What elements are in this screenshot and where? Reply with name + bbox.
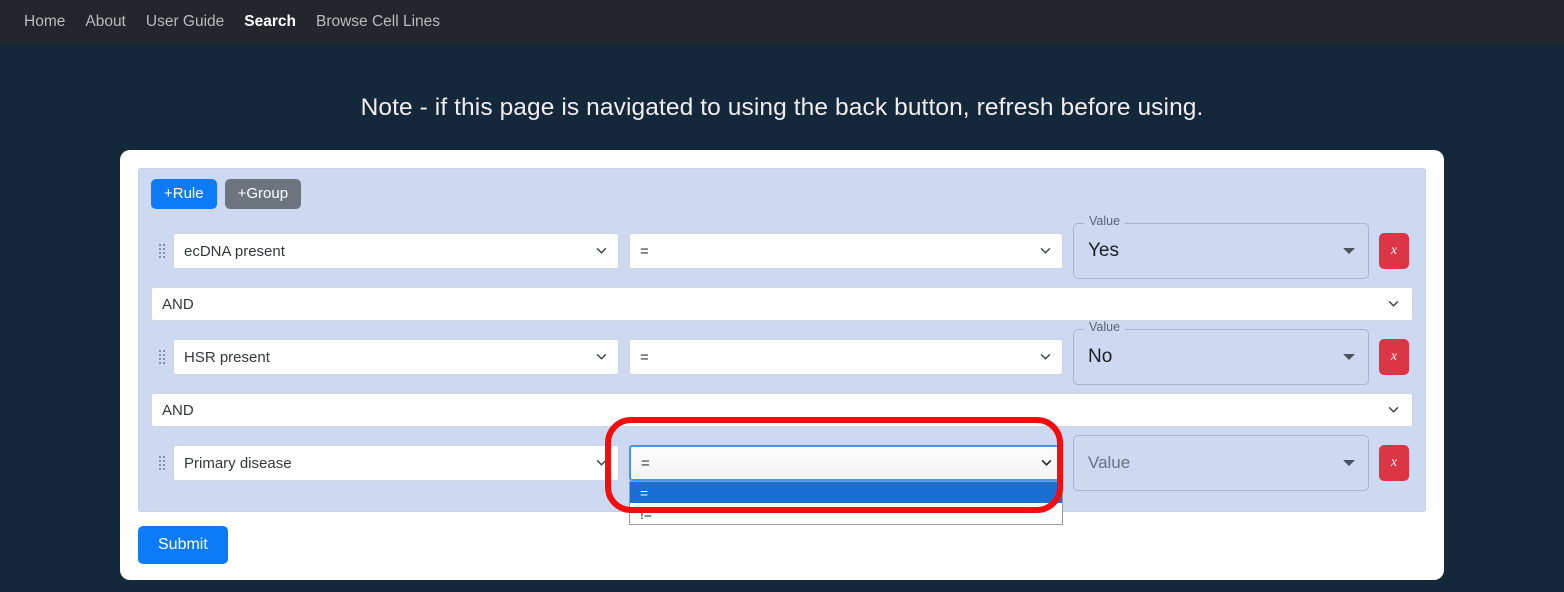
- rule-field-select-wrap-2: HSR present: [173, 339, 619, 375]
- page-body: Note - if this page is navigated to usin…: [0, 44, 1564, 592]
- submit-button[interactable]: Submit: [138, 526, 228, 564]
- dropdown-arrow-icon: [1343, 248, 1355, 254]
- rule-operator-select-wrap-3: = = !=: [629, 445, 1063, 525]
- remove-rule-button-2[interactable]: x: [1379, 339, 1409, 375]
- add-rule-button[interactable]: +Rule: [151, 179, 217, 209]
- operator-option-not-equals[interactable]: !=: [630, 503, 1062, 524]
- remove-rule-button-1[interactable]: x: [1379, 233, 1409, 269]
- nav-link-about[interactable]: About: [75, 0, 136, 44]
- rule-value-box-2[interactable]: No: [1073, 329, 1369, 385]
- combinator-row-2: AND: [151, 393, 1413, 427]
- nav-link-browse-cell-lines[interactable]: Browse Cell Lines: [306, 0, 450, 44]
- rule-row-3: Primary disease = = != Value x: [151, 435, 1413, 525]
- add-group-button[interactable]: +Group: [224, 179, 302, 209]
- rule-value-text-2: No: [1088, 346, 1113, 367]
- rule-field-select-wrap-3: Primary disease: [173, 445, 619, 481]
- combinator-row-1: AND: [151, 287, 1413, 321]
- top-navbar: Home About User Guide Search Browse Cell…: [0, 0, 1564, 44]
- dropdown-arrow-icon: [1343, 460, 1355, 466]
- rule-value-control-1[interactable]: Yes Value: [1073, 215, 1369, 279]
- dropdown-arrow-icon: [1343, 354, 1355, 360]
- drag-handle-icon[interactable]: [151, 448, 173, 478]
- combinator-select-1[interactable]: AND: [151, 287, 1413, 321]
- group-header: +Rule +Group: [151, 179, 1413, 209]
- rule-operator-select-3[interactable]: =: [629, 445, 1063, 481]
- rule-operator-value-3: =: [641, 454, 650, 472]
- rule-operator-select-1[interactable]: =: [629, 233, 1063, 269]
- rule-value-control-2[interactable]: No Value: [1073, 321, 1369, 385]
- rule-field-select-3[interactable]: Primary disease: [173, 445, 619, 481]
- rule-value-box-1[interactable]: Yes: [1073, 223, 1369, 279]
- drag-handle-icon[interactable]: [151, 236, 173, 266]
- rule-value-label-2: Value: [1084, 321, 1126, 334]
- rule-operator-select-wrap-1: =: [619, 233, 1063, 269]
- rule-operator-select-wrap-2: =: [619, 339, 1063, 375]
- rule-operator-select-2[interactable]: =: [629, 339, 1063, 375]
- rule-group: +Rule +Group ecDNA present = Yes Value x…: [138, 168, 1426, 525]
- rule-value-text-1: Yes: [1088, 240, 1119, 261]
- rule-row-2: HSR present = No Value x: [151, 321, 1413, 385]
- submit-row: Submit: [138, 526, 1426, 564]
- remove-rule-button-3[interactable]: x: [1379, 445, 1409, 481]
- rule-value-control-3[interactable]: Value: [1073, 435, 1369, 491]
- rule-value-label-1: Value: [1084, 215, 1126, 228]
- rule-field-select-wrap-1: ecDNA present: [173, 233, 619, 269]
- chevron-down-icon: [1041, 459, 1052, 466]
- nav-link-user-guide[interactable]: User Guide: [136, 0, 234, 44]
- combinator-select-2[interactable]: AND: [151, 393, 1413, 427]
- page-note: Note - if this page is navigated to usin…: [360, 94, 1204, 121]
- rule-value-box-3[interactable]: Value: [1073, 435, 1369, 491]
- rule-field-select-1[interactable]: ecDNA present: [173, 233, 619, 269]
- drag-handle-icon[interactable]: [151, 342, 173, 372]
- operator-dropdown-menu: = !=: [629, 481, 1063, 525]
- query-builder-card: +Rule +Group ecDNA present = Yes Value x…: [120, 150, 1444, 580]
- nav-link-search[interactable]: Search: [234, 0, 306, 44]
- rule-field-select-2[interactable]: HSR present: [173, 339, 619, 375]
- rule-row-1: ecDNA present = Yes Value x: [151, 215, 1413, 279]
- nav-link-home[interactable]: Home: [14, 0, 75, 44]
- operator-option-equals[interactable]: =: [630, 482, 1062, 503]
- rule-value-text-3: Value: [1088, 453, 1131, 472]
